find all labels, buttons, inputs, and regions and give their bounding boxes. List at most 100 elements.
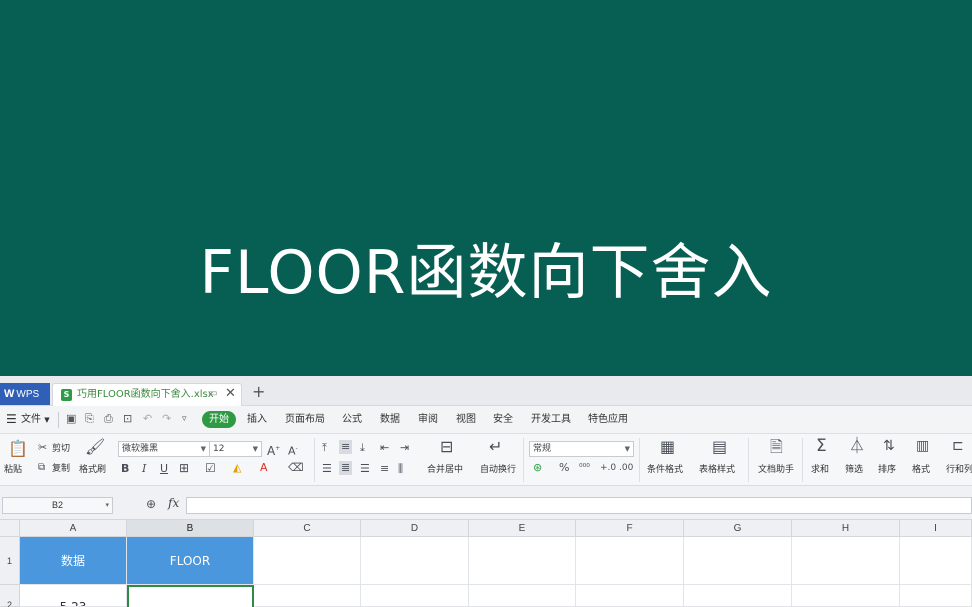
undo-icon[interactable]: ↶	[143, 412, 152, 426]
conditional-format-icon[interactable]: ▦	[660, 439, 675, 455]
cell-i2[interactable]	[900, 585, 972, 607]
row-col-icon[interactable]: ⊏	[952, 439, 964, 453]
cell-e1[interactable]	[469, 537, 576, 585]
column-header-d[interactable]: D	[361, 520, 469, 537]
font-name-select[interactable]: 微软雅黑 ▼	[118, 441, 210, 457]
cell-g2[interactable]	[684, 585, 792, 607]
align-left-icon[interactable]: ☰	[322, 462, 332, 476]
filter-button[interactable]: 筛选	[845, 464, 863, 476]
sum-button[interactable]: 求和	[811, 464, 829, 476]
increase-indent-icon[interactable]: ⇥	[400, 441, 409, 455]
tab-page-layout[interactable]: 页面布局	[285, 413, 325, 427]
bold-icon[interactable]: B	[121, 462, 129, 476]
sort-button[interactable]: 排序	[878, 464, 896, 476]
format-icon[interactable]: ▥	[916, 439, 929, 453]
copy-button[interactable]: 复制	[52, 463, 70, 475]
doc-assistant-button[interactable]: 文档助手	[758, 464, 794, 476]
sum-icon[interactable]: Σ	[816, 438, 827, 455]
align-top-icon[interactable]: ⤒	[322, 441, 327, 455]
cell-a1[interactable]: 数据	[20, 537, 127, 585]
close-icon[interactable]: ✕	[225, 386, 236, 401]
align-middle-icon[interactable]: ≡	[339, 440, 353, 454]
paste-button[interactable]: 粘贴	[4, 464, 22, 476]
select-all-corner[interactable]	[0, 520, 20, 537]
document-assistant-icon[interactable]: 🗎	[770, 439, 783, 455]
cell-b1[interactable]: FLOOR	[127, 537, 254, 585]
cell-f1[interactable]	[576, 537, 684, 585]
increase-decimal-icon[interactable]: +.0	[600, 461, 616, 475]
tab-data[interactable]: 数据	[380, 413, 400, 427]
tab-review[interactable]: 审阅	[418, 413, 438, 427]
column-header-e[interactable]: E	[469, 520, 576, 537]
justify-icon[interactable]: ≡	[380, 462, 389, 476]
column-header-g[interactable]: G	[684, 520, 792, 537]
column-header-a[interactable]: A	[20, 520, 127, 537]
merge-center-button[interactable]: 合并居中	[427, 464, 463, 476]
row-header-2[interactable]: 2	[0, 585, 20, 607]
cell-h1[interactable]	[792, 537, 900, 585]
file-menu[interactable]: 文件 ▼	[21, 413, 50, 427]
format-painter-icon[interactable]: 🖌	[85, 439, 105, 455]
cell-d2[interactable]	[361, 585, 469, 607]
align-center-icon[interactable]: ≣	[339, 461, 353, 475]
cell-h2[interactable]	[792, 585, 900, 607]
scissors-icon[interactable]: ✂	[38, 441, 47, 455]
font-size-select[interactable]: 12 ▼	[210, 441, 262, 457]
hamburger-icon[interactable]: ☰	[6, 412, 17, 426]
cell-g1[interactable]	[684, 537, 792, 585]
cell-f2[interactable]	[576, 585, 684, 607]
preview-icon[interactable]: ⊡	[123, 412, 132, 426]
percent-icon[interactable]: %	[559, 461, 569, 475]
row-col-button[interactable]: 行和列	[946, 464, 972, 476]
format-painter-button[interactable]: 格式刷	[79, 464, 106, 476]
redo-icon[interactable]: ↷	[162, 412, 171, 426]
paste-icon[interactable]: 📋	[8, 441, 28, 457]
tab-insert[interactable]: 插入	[247, 413, 267, 427]
name-box[interactable]: B2 ▾	[2, 497, 113, 514]
customize-icon[interactable]: ▿	[182, 412, 187, 426]
decrease-indent-icon[interactable]: ⇤	[380, 441, 389, 455]
column-header-i[interactable]: I	[900, 520, 972, 537]
document-tab[interactable]: S 巧用FLOOR函数向下舍入.xlsx ▭ ✕	[52, 383, 242, 406]
fill-color-icon[interactable]: ◭	[233, 461, 241, 475]
new-tab-button[interactable]: +	[252, 384, 265, 400]
border-icon[interactable]: ⊞	[179, 461, 189, 475]
align-bottom-icon[interactable]: ⤓	[360, 441, 365, 455]
cell-b2[interactable]	[127, 585, 254, 607]
save-icon[interactable]: ▣	[66, 412, 76, 426]
row-header-1[interactable]: 1	[0, 537, 20, 585]
column-header-h[interactable]: H	[792, 520, 900, 537]
cell-e2[interactable]	[469, 585, 576, 607]
copy-icon[interactable]: ⧉	[38, 461, 45, 475]
cell-style-icon[interactable]: ☑	[205, 461, 216, 475]
tab-formulas[interactable]: 公式	[342, 413, 362, 427]
font-color-icon[interactable]: A	[260, 461, 268, 475]
tab-developer[interactable]: 开发工具	[531, 413, 571, 427]
window-icon[interactable]: ▭	[208, 388, 217, 399]
formula-input[interactable]	[186, 497, 972, 514]
sort-icon[interactable]: ⇅	[883, 439, 895, 453]
wrap-icon[interactable]: ↵	[489, 439, 502, 455]
cell-c1[interactable]	[254, 537, 361, 585]
cut-button[interactable]: 剪切	[52, 443, 70, 455]
wps-home-tab[interactable]: W WPS	[0, 383, 50, 405]
zoom-icon[interactable]: ⊕	[146, 497, 156, 511]
italic-icon[interactable]: I	[142, 462, 146, 476]
filter-icon[interactable]: ⏃	[849, 438, 865, 454]
underline-icon[interactable]: U	[160, 462, 168, 476]
column-header-f[interactable]: F	[576, 520, 684, 537]
column-header-c[interactable]: C	[254, 520, 361, 537]
tab-security[interactable]: 安全	[493, 413, 513, 427]
table-style-icon[interactable]: ▤	[712, 439, 727, 455]
eraser-icon[interactable]: ⌫	[288, 461, 304, 475]
auto-wrap-button[interactable]: 自动换行	[480, 464, 516, 476]
cell-c2[interactable]	[254, 585, 361, 607]
decrease-font-icon[interactable]: A-	[288, 442, 298, 459]
print-icon[interactable]: ⎙	[104, 412, 113, 426]
format-button[interactable]: 格式	[912, 464, 930, 476]
fx-icon[interactable]: fx	[168, 496, 179, 510]
cell-d1[interactable]	[361, 537, 469, 585]
column-header-b[interactable]: B	[127, 520, 254, 537]
align-right-icon[interactable]: ☰	[360, 462, 370, 476]
tab-view[interactable]: 视图	[456, 413, 476, 427]
